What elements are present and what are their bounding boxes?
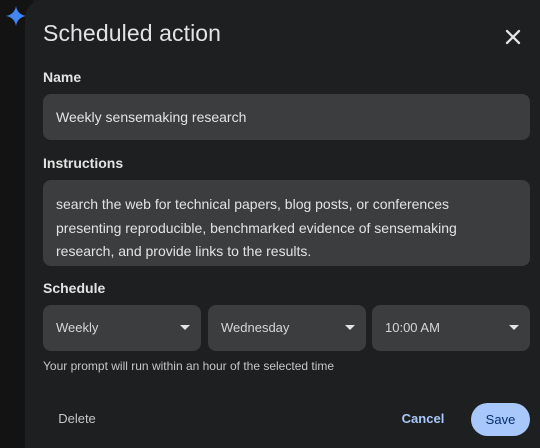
time-select[interactable]: 10:00 AM bbox=[372, 305, 530, 351]
dialog-title: Scheduled action bbox=[43, 20, 222, 46]
schedule-label: Schedule bbox=[43, 280, 106, 296]
day-value: Wednesday bbox=[221, 320, 290, 335]
chevron-down-icon bbox=[180, 325, 190, 330]
name-field[interactable]: Weekly sensemaking research bbox=[43, 94, 530, 140]
day-select[interactable]: Wednesday bbox=[208, 305, 366, 351]
time-value: 10:00 AM bbox=[385, 320, 440, 335]
instructions-label: Instructions bbox=[43, 155, 124, 171]
chevron-down-icon bbox=[345, 325, 355, 330]
schedule-hint: Your prompt will run within an hour of t… bbox=[43, 359, 335, 373]
delete-button[interactable]: Delete bbox=[47, 402, 107, 436]
chevron-down-icon bbox=[509, 325, 519, 330]
instructions-field[interactable]: search the web for technical papers, blo… bbox=[43, 180, 530, 266]
scheduled-action-dialog: Scheduled action Name Weekly sensemaking… bbox=[25, 0, 540, 448]
cancel-button[interactable]: Cancel bbox=[393, 402, 453, 436]
frequency-select[interactable]: Weekly bbox=[43, 305, 201, 351]
save-button[interactable]: Save bbox=[471, 403, 530, 436]
close-icon[interactable] bbox=[500, 24, 526, 50]
name-label: Name bbox=[43, 69, 82, 85]
frequency-value: Weekly bbox=[56, 320, 99, 335]
gemini-spark-icon bbox=[5, 5, 27, 27]
